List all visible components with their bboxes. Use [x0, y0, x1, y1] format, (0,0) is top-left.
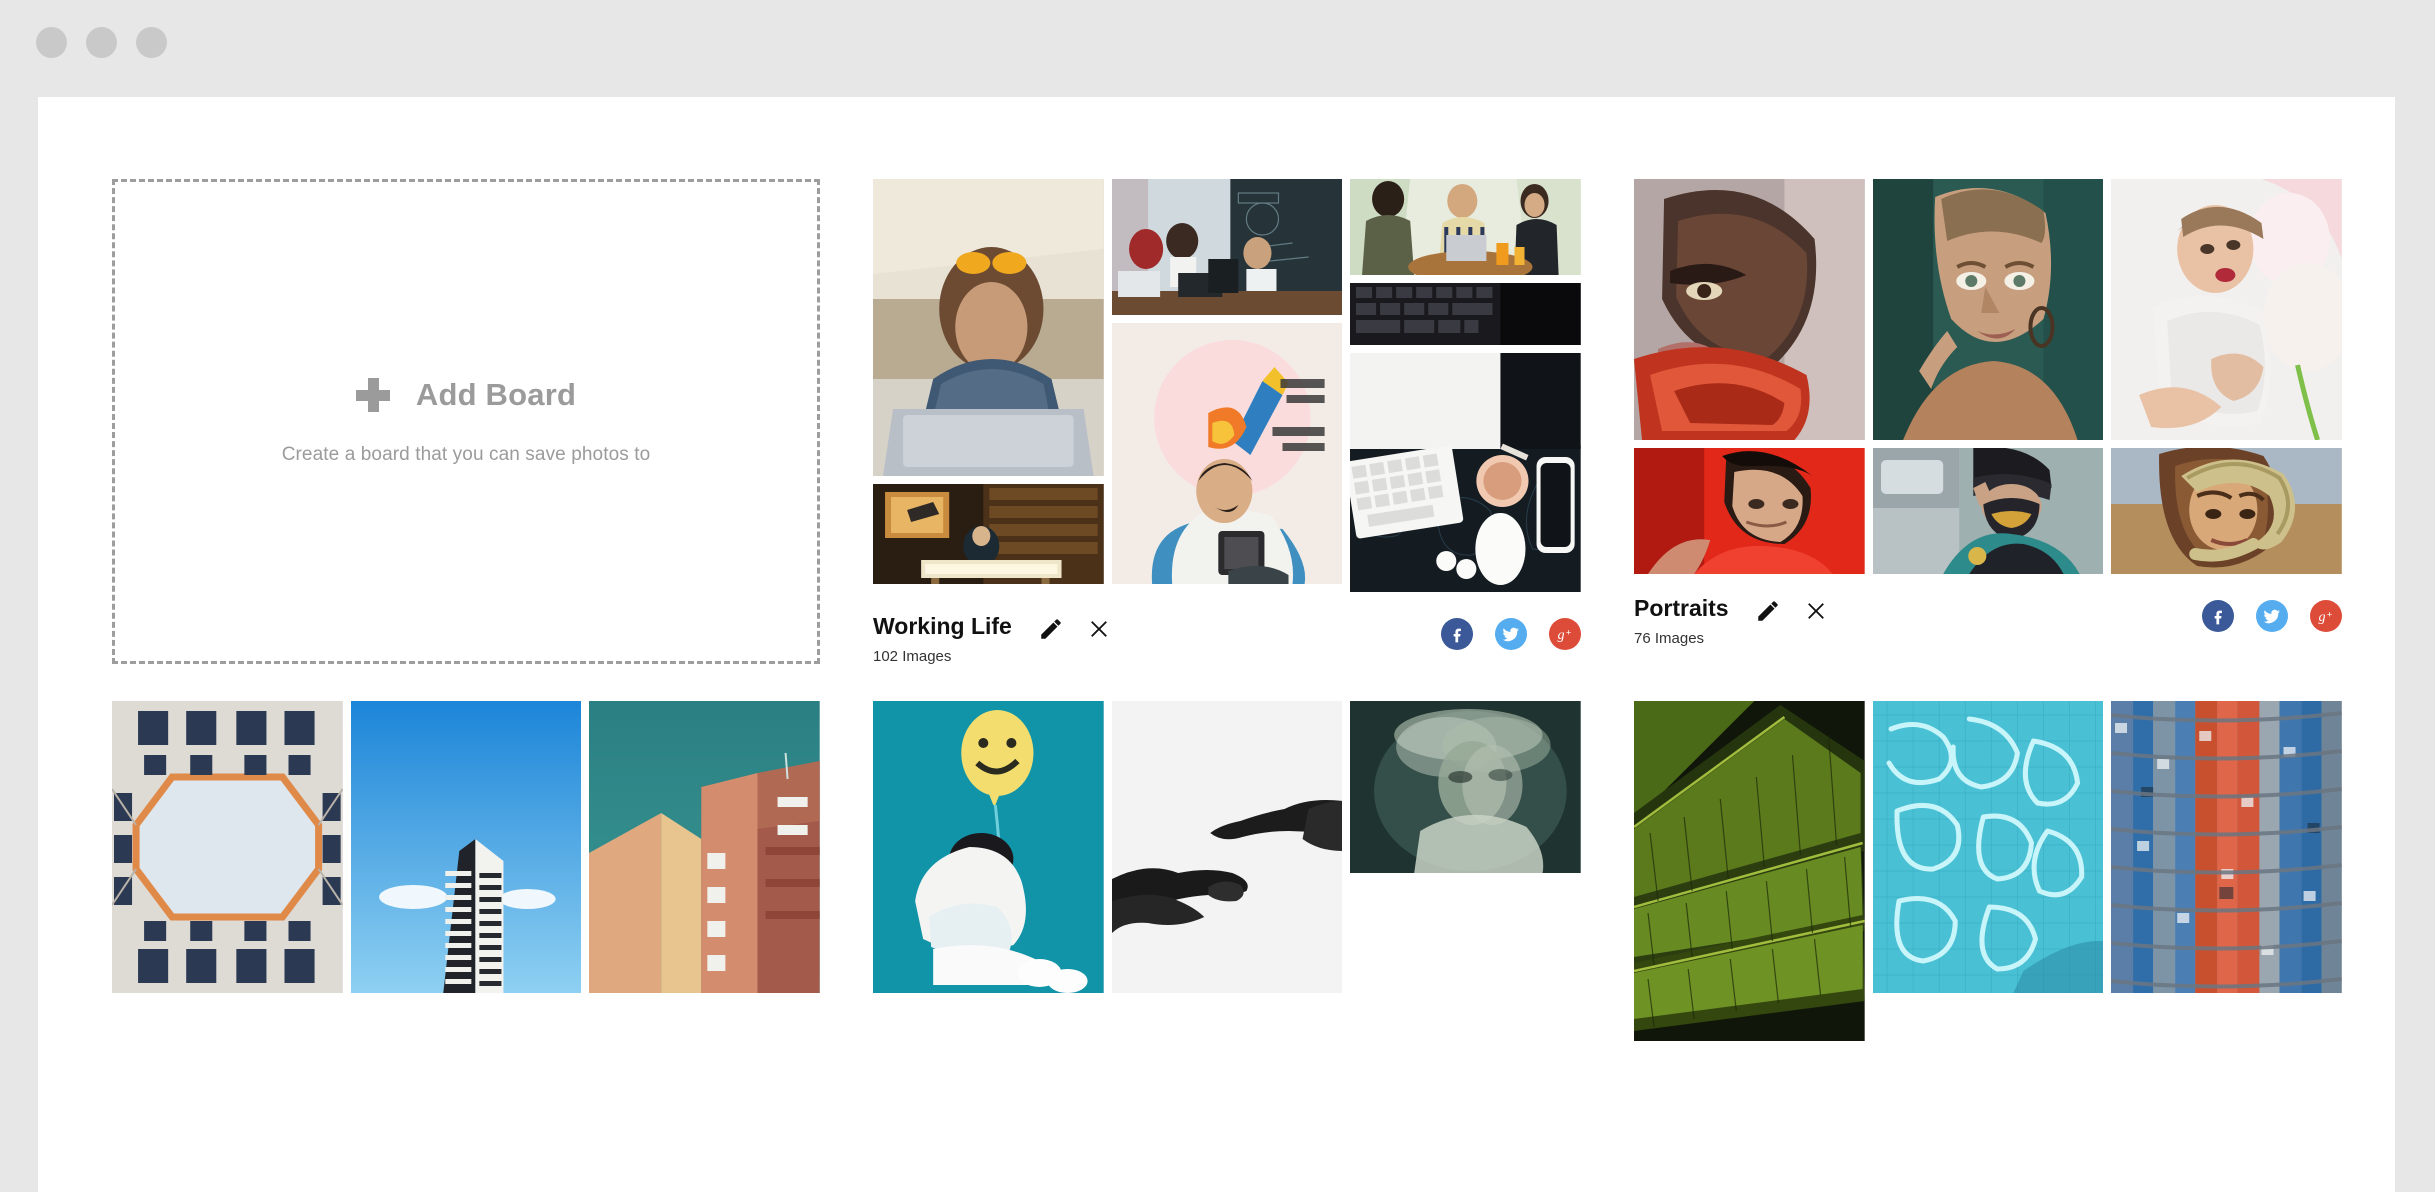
board-portraits[interactable]: Portraits 76 Images g +: [1634, 179, 2342, 665]
board-image-mosaic: [873, 701, 1581, 994]
board-meta-left: Working Life 102 Images: [873, 614, 1112, 665]
photo-courtyard-looking-up-octagon-sky[interactable]: [112, 701, 343, 994]
photo-portrait-young-man-red-background[interactable]: [1634, 448, 1865, 574]
svg-text:g: g: [1558, 627, 1565, 643]
svg-text:+: +: [2327, 610, 2332, 620]
photo-desk-flatlay-with-keyboard-and-coffee[interactable]: [1350, 353, 1581, 592]
board-actions: [1755, 596, 1829, 624]
photo-person-drawing-at-lightbox-desk[interactable]: [873, 484, 1104, 584]
add-board-title: Add Board: [415, 377, 577, 412]
board-emotions[interactable]: [873, 701, 1581, 1041]
minimize-dot[interactable]: [86, 27, 117, 58]
board-architecture[interactable]: [112, 701, 820, 1041]
photo-highrise-tower-against-blue-sky[interactable]: [350, 701, 582, 994]
photo-macro-green-leaf-veins[interactable]: [1634, 701, 1865, 1042]
close-dot[interactable]: [36, 27, 67, 58]
pencil-icon[interactable]: [1755, 598, 1781, 624]
facebook-share-icon[interactable]: [2202, 600, 2234, 632]
board-meta-working-life: Working Life 102 Images g +: [873, 614, 1581, 665]
twitter-share-icon[interactable]: [1495, 618, 1527, 650]
photo-portrait-buzzcut-woman-tan-top[interactable]: [1872, 179, 2104, 440]
photo-portrait-curly-hair-man-with-snake[interactable]: [2111, 448, 2342, 574]
board-image-mosaic: [1634, 179, 2342, 574]
pencil-icon[interactable]: [1038, 616, 1064, 642]
photo-three-colleagues-meeting-at-table[interactable]: [1350, 179, 1581, 275]
add-board-subtitle: Create a board that you can save photos …: [281, 444, 651, 465]
social-share-row: g +: [1441, 614, 1581, 650]
board-working-life[interactable]: Working Life 102 Images g +: [873, 179, 1581, 665]
board-title: Portraits: [1634, 595, 1729, 621]
close-icon[interactable]: [1803, 598, 1829, 624]
board-title-block: Working Life 102 Images: [873, 614, 1012, 665]
googleplus-share-icon[interactable]: g +: [2310, 600, 2342, 632]
board-title: Working Life: [873, 613, 1012, 639]
app-window: Add Board Create a board that you can sa…: [0, 0, 2435, 1192]
photo-colorful-glass-tower-facade[interactable]: [2111, 701, 2342, 994]
photo-portrait-woman-red-latex-collar[interactable]: [1634, 179, 1865, 440]
photo-motion-blur-portrait-green[interactable]: [1350, 701, 1581, 874]
maximize-dot[interactable]: [136, 27, 167, 58]
board-meta-portraits: Portraits 76 Images g +: [1634, 596, 2342, 647]
plus-icon: [355, 378, 390, 412]
board-image-count: 76 Images: [1634, 630, 1705, 648]
googleplus-share-icon[interactable]: g +: [1549, 618, 1581, 650]
photo-person-with-balloon-head-teal-background[interactable]: [873, 701, 1104, 994]
close-icon[interactable]: [1086, 616, 1112, 642]
board-image-mosaic: [1634, 701, 2342, 1042]
window-controls[interactable]: [36, 27, 167, 58]
svg-text:g: g: [2319, 609, 2326, 625]
social-share-row: g +: [2202, 596, 2342, 632]
board-image-count: 102 Images: [873, 648, 952, 666]
photo-pool-water-caustics[interactable]: [1872, 701, 2104, 994]
board-meta-left: Portraits 76 Images: [1634, 596, 1829, 647]
board-image-mosaic: [873, 179, 1581, 592]
facebook-share-icon[interactable]: [1441, 618, 1473, 650]
photo-students-at-laptops-classroom[interactable]: [1111, 179, 1343, 315]
photo-laptop-keyboard-flatlay[interactable]: [1350, 283, 1581, 345]
svg-text:+: +: [1566, 628, 1571, 638]
board-title-block: Portraits 76 Images: [1634, 596, 1729, 647]
boards-grid: Add Board Create a board that you can sa…: [112, 179, 2362, 1042]
board-add[interactable]: Add Board Create a board that you can sa…: [112, 179, 820, 665]
add-board-heading: Add Board: [355, 377, 577, 413]
window-titlebar: [0, 0, 2435, 97]
photo-woman-with-laptop-in-cafe[interactable]: [873, 179, 1104, 476]
board-image-mosaic: [112, 701, 820, 994]
photo-portrait-girl-with-white-flowers[interactable]: [2111, 179, 2342, 440]
photo-pink-modernist-building-corner[interactable]: [589, 701, 820, 994]
photo-man-reading-tablet-on-beanbag[interactable]: [1111, 323, 1343, 584]
add-board-card[interactable]: Add Board Create a board that you can sa…: [112, 179, 820, 664]
page-canvas: Add Board Create a board that you can sa…: [38, 97, 2395, 1192]
twitter-share-icon[interactable]: [2256, 600, 2288, 632]
board-actions: [1038, 614, 1112, 642]
photo-portrait-person-cap-and-mask-street[interactable]: [1872, 448, 2104, 574]
photo-two-black-hands-reaching[interactable]: [1111, 701, 1343, 994]
board-nature-textures[interactable]: [1634, 701, 2342, 1042]
